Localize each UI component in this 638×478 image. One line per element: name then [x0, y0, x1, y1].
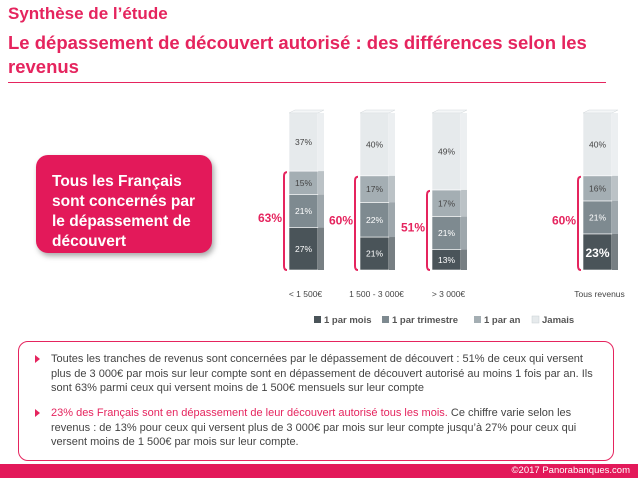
- bar-segment-side: [318, 194, 324, 228]
- data-label: 21%: [295, 206, 312, 216]
- bar-top: [359, 109, 396, 114]
- bar-segment-side: [318, 227, 324, 270]
- info-box: Toutes les tranches de revenus sont conc…: [18, 341, 614, 461]
- bullet-text-2: 23% des Français sont en dépassement de …: [51, 406, 603, 450]
- category-label: < 1 500€: [289, 289, 323, 299]
- legend-label: Jamais: [542, 315, 574, 326]
- bar-segment-side: [461, 216, 467, 250]
- bracket-total: 60%: [552, 213, 576, 227]
- legend-swatch: [314, 316, 321, 323]
- bar-segment-side: [461, 189, 467, 217]
- bracket-total: 63%: [258, 211, 282, 225]
- data-label: 40%: [366, 139, 383, 149]
- legend-label: 1 par mois: [324, 315, 372, 326]
- data-label: 13%: [438, 255, 455, 265]
- data-label: 21%: [589, 212, 606, 222]
- legend-swatch: [531, 315, 540, 324]
- bracket-total: 60%: [329, 213, 353, 227]
- bar-segment-side: [389, 202, 395, 238]
- bullet-arrow-icon: [35, 409, 40, 417]
- legend-swatch: [474, 316, 481, 323]
- bar-segment-side: [318, 171, 324, 195]
- stacked-bar-chart: 27% 21% 15% 37% < 1 500€ 63% 21% 22% 17% 40% 1 500…: [258, 109, 625, 326]
- data-label: 17%: [366, 184, 383, 194]
- bar-segment-side: [318, 113, 324, 172]
- bracket: [283, 171, 288, 271]
- bar-top: [431, 109, 468, 114]
- data-label: 40%: [589, 139, 606, 149]
- bar-segment-side: [461, 249, 467, 270]
- bar-segment-side: [612, 175, 618, 201]
- footer-bar: ©2017 Panorabanques.com: [0, 464, 638, 478]
- bar-segment-side: [612, 113, 618, 176]
- data-label: 16%: [589, 183, 606, 193]
- bullet-highlight: 23% des Français sont en dépassement de …: [51, 407, 448, 419]
- data-label: 22%: [366, 215, 383, 225]
- bar-segment-side: [461, 113, 467, 190]
- bar-top: [288, 109, 325, 114]
- bullet-arrow-icon: [35, 355, 40, 363]
- bar-segment-side: [612, 200, 618, 234]
- bracket-total: 51%: [401, 220, 425, 234]
- category-label: 1 500 - 3 000€: [349, 289, 404, 299]
- category-label: Tous revenus: [574, 289, 625, 299]
- legend-label: 1 par trimestre: [392, 315, 458, 326]
- bracket: [426, 189, 431, 271]
- bar-top: [582, 109, 619, 114]
- bracket: [577, 175, 582, 271]
- data-label: 27%: [295, 244, 312, 254]
- data-label: 17%: [438, 198, 455, 208]
- legend-label: 1 par an: [484, 315, 521, 326]
- bar-segment-side: [389, 113, 395, 176]
- data-label: 15%: [295, 178, 312, 188]
- bullet-text-1: Toutes les tranches de revenus sont conc…: [51, 353, 593, 394]
- category-label: > 3 000€: [432, 289, 466, 299]
- bar-segment-side: [612, 233, 618, 270]
- data-label: 49%: [438, 146, 455, 156]
- bracket: [354, 175, 359, 271]
- data-label: 37%: [295, 137, 312, 147]
- data-label: 21%: [438, 228, 455, 238]
- data-label: 23%: [585, 246, 609, 260]
- bar-segment-side: [389, 175, 395, 203]
- data-label: 21%: [366, 249, 383, 259]
- bar-segment-side: [389, 237, 395, 270]
- legend-swatch: [382, 316, 389, 323]
- copyright-text: ©2017 Panorabanques.com: [511, 465, 630, 476]
